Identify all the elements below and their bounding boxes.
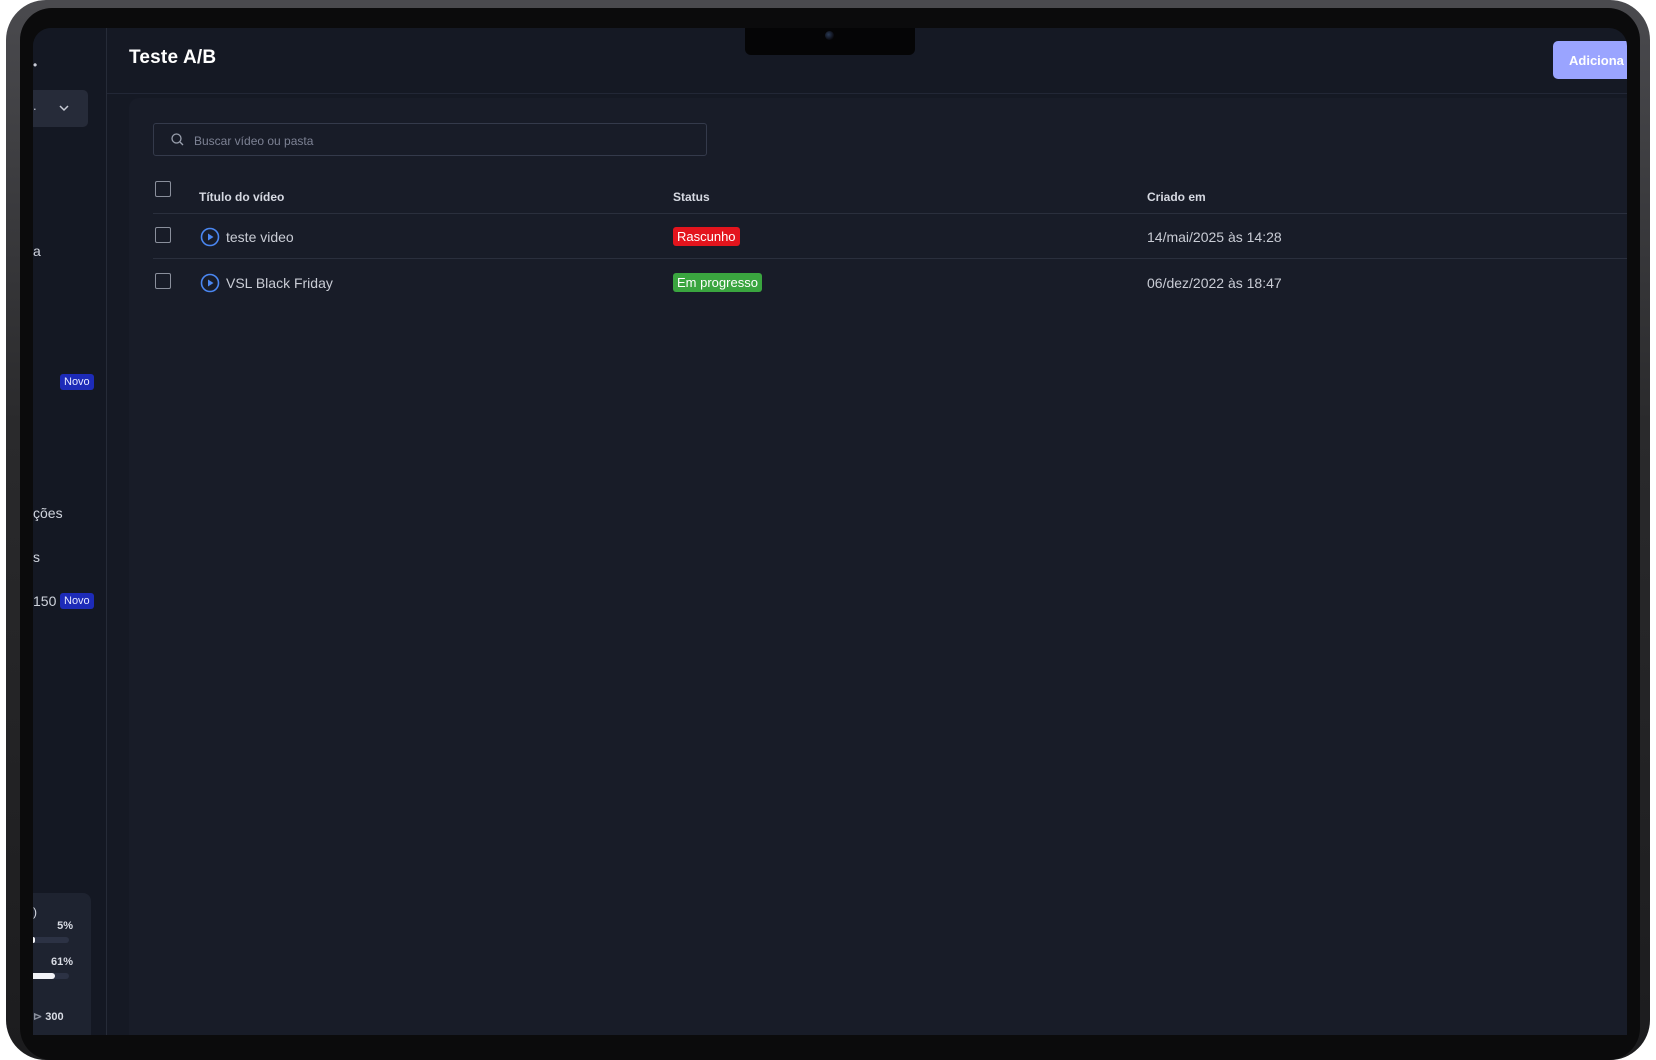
sidebar-logo-fragment: •	[33, 58, 38, 72]
sidebar-item-coes[interactable]: ções	[33, 505, 63, 521]
created-date: 06/dez/2022 às 18:47	[1147, 275, 1282, 291]
play-icon[interactable]	[200, 227, 220, 247]
workspace-select[interactable]: .	[33, 90, 88, 127]
row-divider	[153, 258, 1627, 259]
usage-bar-1	[33, 937, 69, 943]
search-input[interactable]	[192, 124, 696, 157]
add-button[interactable]: Adiciona	[1553, 41, 1627, 79]
status-badge: Rascunho	[673, 227, 740, 246]
workspace-select-label: .	[33, 98, 37, 113]
column-header-title[interactable]: Título do vídeo	[199, 190, 284, 204]
video-title[interactable]: VSL Black Friday	[226, 275, 333, 291]
camera-icon	[825, 31, 834, 40]
row-checkbox[interactable]	[155, 227, 171, 243]
usage-bar-2	[33, 973, 69, 979]
usage-card: ) 5% 61% ⊳ 300	[33, 893, 91, 1035]
column-header-status[interactable]: Status	[673, 190, 710, 204]
video-title[interactable]: teste video	[226, 229, 294, 245]
usage-percent-2: 61%	[50, 956, 73, 968]
select-all-checkbox[interactable]	[155, 181, 171, 197]
chevron-down-icon	[59, 105, 69, 112]
column-header-created[interactable]: Criado em	[1147, 190, 1206, 204]
usage-bar-1-fill	[33, 937, 35, 943]
status-badge: Em progresso	[673, 273, 762, 292]
new-badge: Novo	[60, 593, 94, 609]
table-header-divider	[153, 213, 1627, 214]
header-divider	[107, 93, 1627, 94]
main-panel: Título do vídeo Status Criado em teste v…	[129, 98, 1627, 1035]
search-box	[153, 123, 707, 157]
sidebar-item-150[interactable]: 150	[33, 593, 56, 609]
usage-title-fragment: )	[33, 905, 37, 919]
send-icon: ⊳	[33, 1011, 43, 1023]
created-date: 14/mai/2025 às 14:28	[1147, 229, 1282, 245]
row-checkbox[interactable]	[155, 273, 171, 289]
usage-bar-2-fill	[33, 973, 55, 979]
usage-credits-value: 300	[45, 1011, 64, 1023]
usage-credits: ⊳ 300	[33, 1010, 64, 1023]
sidebar-item-a[interactable]: a	[33, 243, 41, 259]
page-title: Teste A/B	[129, 47, 217, 68]
sidebar: • . a Novo ções s 150 Novo ) 5% 61% ⊳ 30	[33, 28, 107, 1035]
camera-notch	[745, 28, 915, 55]
search-icon	[171, 133, 184, 146]
usage-percent-1: 5%	[57, 920, 73, 932]
play-icon[interactable]	[200, 273, 220, 293]
sidebar-item-s[interactable]: s	[33, 549, 40, 565]
app-screen: • . a Novo ções s 150 Novo ) 5% 61% ⊳ 30	[33, 28, 1627, 1035]
new-badge: Novo	[60, 374, 94, 390]
